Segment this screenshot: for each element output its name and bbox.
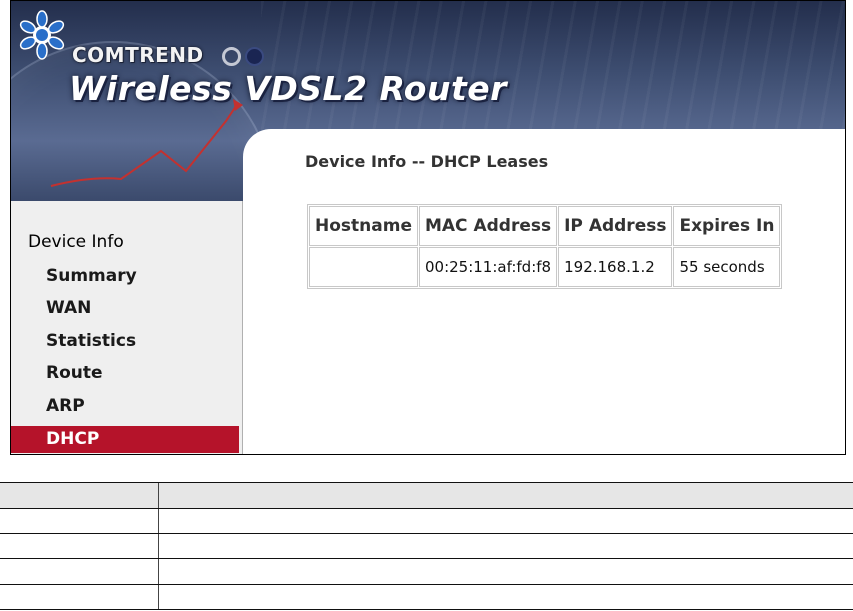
comtrend-logo-icon [19, 10, 65, 60]
reference-table-bottom-border [0, 609, 853, 610]
table-row: 00:25:11:af:fd:f8 192.168.1.2 55 seconds [309, 247, 781, 287]
reference-table-row [0, 584, 853, 609]
dhcp-leases-table: Hostname MAC Address IP Address Expires … [307, 204, 783, 289]
sidebar-item-summary[interactable]: Summary [11, 263, 239, 290]
column-header-hostname: Hostname [309, 206, 418, 246]
column-header-mac-address: MAC Address [418, 206, 558, 246]
sidebar-item-dhcp[interactable]: DHCP [11, 426, 239, 453]
logo-wordmark: COMTREND [72, 43, 204, 67]
cell-mac-address: 00:25:11:af:fd:f8 [418, 247, 558, 287]
column-divider [158, 559, 159, 584]
sidebar-item-wan[interactable]: WAN [11, 295, 239, 322]
reference-table [0, 482, 853, 610]
sidebar-item-route[interactable]: Route [11, 360, 239, 387]
column-divider [158, 483, 159, 508]
reference-table-header [0, 482, 853, 508]
reference-table-row [0, 558, 853, 584]
column-divider [158, 534, 159, 558]
column-header-expires-in: Expires In [673, 206, 781, 246]
table-header-row: Hostname MAC Address IP Address Expires … [309, 206, 781, 246]
product-title: Wireless VDSL2 Router [69, 69, 507, 108]
sidebar-item-statistics[interactable]: Statistics [11, 328, 239, 355]
sidebar-nav: Device Info Summary WAN Statistics Route… [11, 201, 243, 454]
cell-ip-address: 192.168.1.2 [558, 247, 673, 287]
reference-table-row [0, 508, 853, 533]
cell-expires-in: 55 seconds [673, 247, 781, 287]
content-panel [243, 129, 845, 454]
column-divider [158, 509, 159, 533]
brand-logo: COMTREND [17, 5, 277, 75]
nav-section-device-info[interactable]: Device Info [28, 232, 124, 252]
cell-hostname [309, 247, 418, 287]
logo-dot-icon [245, 47, 264, 66]
column-divider [158, 585, 159, 609]
column-header-ip-address: IP Address [558, 206, 673, 246]
page-title: Device Info -- DHCP Leases [305, 152, 549, 171]
logo-ring-icon [222, 47, 241, 66]
reference-table-row [0, 533, 853, 558]
sidebar-item-arp[interactable]: ARP [11, 393, 239, 420]
